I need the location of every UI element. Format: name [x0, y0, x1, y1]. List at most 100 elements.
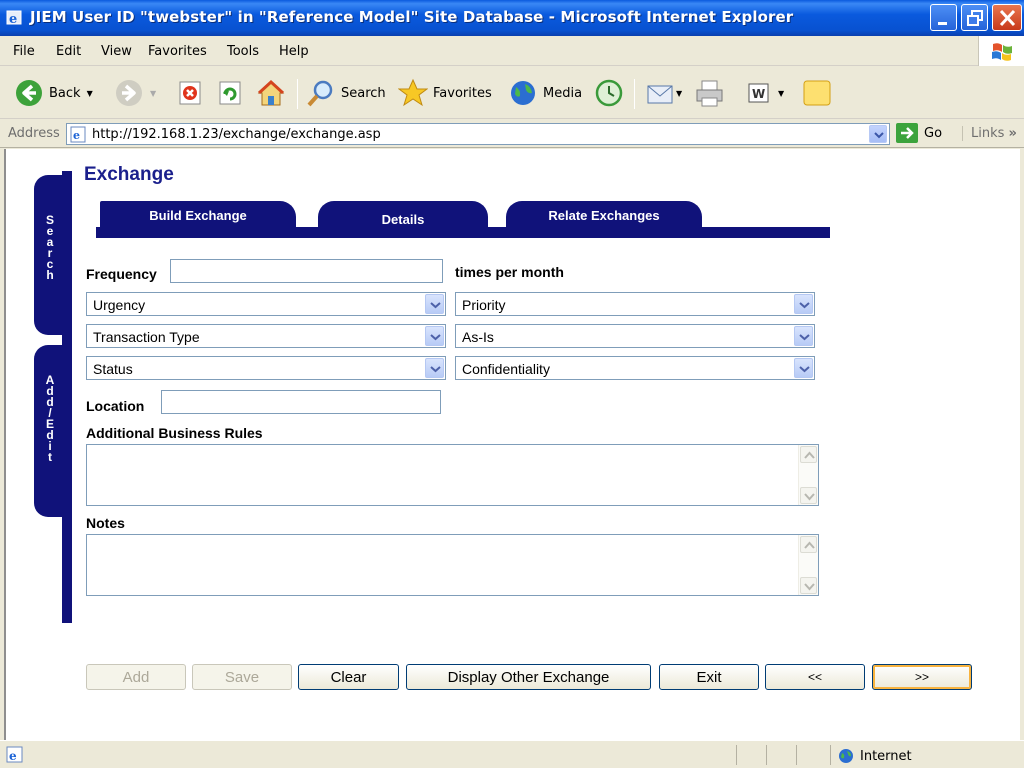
- scroll-down-icon[interactable]: [800, 487, 817, 504]
- urgency-value: Urgency: [93, 297, 146, 313]
- back-label: Back: [49, 85, 81, 101]
- status-select[interactable]: Status: [86, 356, 446, 380]
- address-url: http://192.168.1.23/exchange/exchange.as…: [92, 127, 381, 142]
- notes-textarea[interactable]: [86, 534, 819, 596]
- home-button[interactable]: [256, 77, 286, 109]
- back-dropdown-icon[interactable]: ▼: [87, 89, 93, 98]
- media-button[interactable]: Media: [508, 77, 582, 109]
- side-tab-add-edit[interactable]: A d d / E d i t: [34, 345, 66, 517]
- page-content: S e a r c h A d d / E d i t Exchange Bui…: [4, 149, 1020, 740]
- location-input[interactable]: [161, 390, 441, 414]
- search-icon: [307, 80, 333, 107]
- history-button[interactable]: [594, 77, 624, 109]
- history-icon: [595, 79, 623, 107]
- notes-scrollbar[interactable]: [798, 535, 818, 595]
- clear-button[interactable]: Clear: [298, 664, 399, 690]
- search-label: Search: [341, 85, 386, 101]
- frequency-input[interactable]: [170, 259, 443, 283]
- side-tab-search[interactable]: S e a r c h: [34, 175, 66, 335]
- forward-button[interactable]: ▼: [114, 77, 156, 109]
- priority-select[interactable]: Priority: [455, 292, 815, 316]
- exit-button[interactable]: Exit: [659, 664, 759, 690]
- edit-button[interactable]: W ▼: [746, 77, 784, 109]
- page-icon: e: [70, 126, 86, 143]
- refresh-button[interactable]: [218, 77, 244, 109]
- chevron-down-icon: [425, 294, 444, 314]
- scroll-down-icon[interactable]: [800, 577, 817, 594]
- menu-tools[interactable]: Tools: [227, 44, 259, 59]
- mail-dropdown-icon[interactable]: ▼: [676, 89, 682, 98]
- menu-file[interactable]: File: [13, 44, 35, 59]
- address-input[interactable]: e http://192.168.1.23/exchange/exchange.…: [66, 123, 890, 145]
- menu-help[interactable]: Help: [279, 44, 309, 59]
- tab-details[interactable]: Details: [318, 201, 488, 237]
- status-bar: e Internet: [0, 740, 1024, 768]
- transaction-type-select[interactable]: Transaction Type: [86, 324, 446, 348]
- svg-text:e: e: [9, 749, 17, 763]
- chevron-down-icon: [874, 132, 884, 139]
- favorites-label: Favorites: [433, 85, 492, 101]
- svg-text:e: e: [73, 129, 80, 142]
- stop-icon: [179, 81, 201, 105]
- chevron-down-icon: [794, 294, 813, 314]
- previous-button[interactable]: <<: [765, 664, 865, 690]
- transaction-type-value: Transaction Type: [93, 329, 200, 345]
- confidentiality-select[interactable]: Confidentiality: [455, 356, 815, 380]
- business-rules-textarea[interactable]: [86, 444, 819, 506]
- close-button[interactable]: [992, 4, 1022, 31]
- discuss-button[interactable]: [802, 77, 832, 109]
- menu-edit[interactable]: Edit: [56, 44, 81, 59]
- confidentiality-value: Confidentiality: [462, 361, 550, 377]
- display-other-exchange-button[interactable]: Display Other Exchange: [406, 664, 651, 690]
- times-per-month-label: times per month: [455, 264, 564, 280]
- as-is-value: As-Is: [462, 329, 494, 345]
- links-button[interactable]: Links »: [962, 126, 1017, 141]
- mail-button[interactable]: ▼: [646, 77, 682, 109]
- as-is-select[interactable]: As-Is: [455, 324, 815, 348]
- print-button[interactable]: [694, 77, 726, 109]
- forward-dropdown-icon[interactable]: ▼: [150, 89, 156, 98]
- scroll-up-icon[interactable]: [800, 536, 817, 553]
- status-separator: [736, 745, 737, 765]
- tab-relate-exchanges[interactable]: Relate Exchanges: [506, 201, 702, 229]
- next-button[interactable]: >>: [872, 664, 972, 690]
- edit-dropdown-icon[interactable]: ▼: [778, 89, 784, 98]
- favorites-button[interactable]: Favorites: [398, 77, 492, 109]
- zone-label: Internet: [860, 748, 912, 764]
- favorites-star-icon: [398, 78, 428, 107]
- save-button[interactable]: Save: [192, 664, 292, 690]
- urgency-select[interactable]: Urgency: [86, 292, 446, 316]
- minimize-icon: [938, 22, 947, 25]
- svg-text:e: e: [9, 12, 17, 27]
- back-button[interactable]: Back ▼: [14, 77, 93, 109]
- tab-build-exchange[interactable]: Build Exchange: [100, 201, 296, 229]
- chevron-down-icon: [794, 326, 813, 346]
- toolbar-separator: [634, 79, 635, 109]
- scroll-up-icon[interactable]: [800, 446, 817, 463]
- go-button[interactable]: Go: [896, 123, 942, 143]
- security-zone: Internet: [838, 748, 912, 764]
- minimize-button[interactable]: [930, 4, 957, 31]
- menu-view[interactable]: View: [101, 44, 132, 59]
- search-button[interactable]: Search: [306, 77, 386, 109]
- business-rules-scrollbar[interactable]: [798, 445, 818, 505]
- media-globe-icon: [511, 81, 535, 105]
- word-edit-icon: W: [748, 83, 769, 103]
- mail-icon: [647, 85, 673, 104]
- add-button[interactable]: Add: [86, 664, 186, 690]
- menu-favorites[interactable]: Favorites: [148, 44, 207, 59]
- status-separator: [830, 745, 831, 765]
- toolbar-separator: [297, 79, 298, 109]
- frequency-label: Frequency: [86, 266, 157, 282]
- location-label: Location: [86, 398, 145, 414]
- title-bar: e JIEM User ID "twebster" in "Reference …: [0, 0, 1024, 36]
- note-icon: [803, 80, 831, 106]
- address-dropdown-button[interactable]: [869, 125, 887, 143]
- maximize-button[interactable]: [961, 4, 988, 31]
- page-title: Exchange: [84, 164, 174, 185]
- chevron-down-icon: [425, 358, 444, 378]
- priority-value: Priority: [462, 297, 506, 313]
- chevron-down-icon: [425, 326, 444, 346]
- stop-button[interactable]: [178, 77, 204, 109]
- globe-icon: [839, 749, 853, 763]
